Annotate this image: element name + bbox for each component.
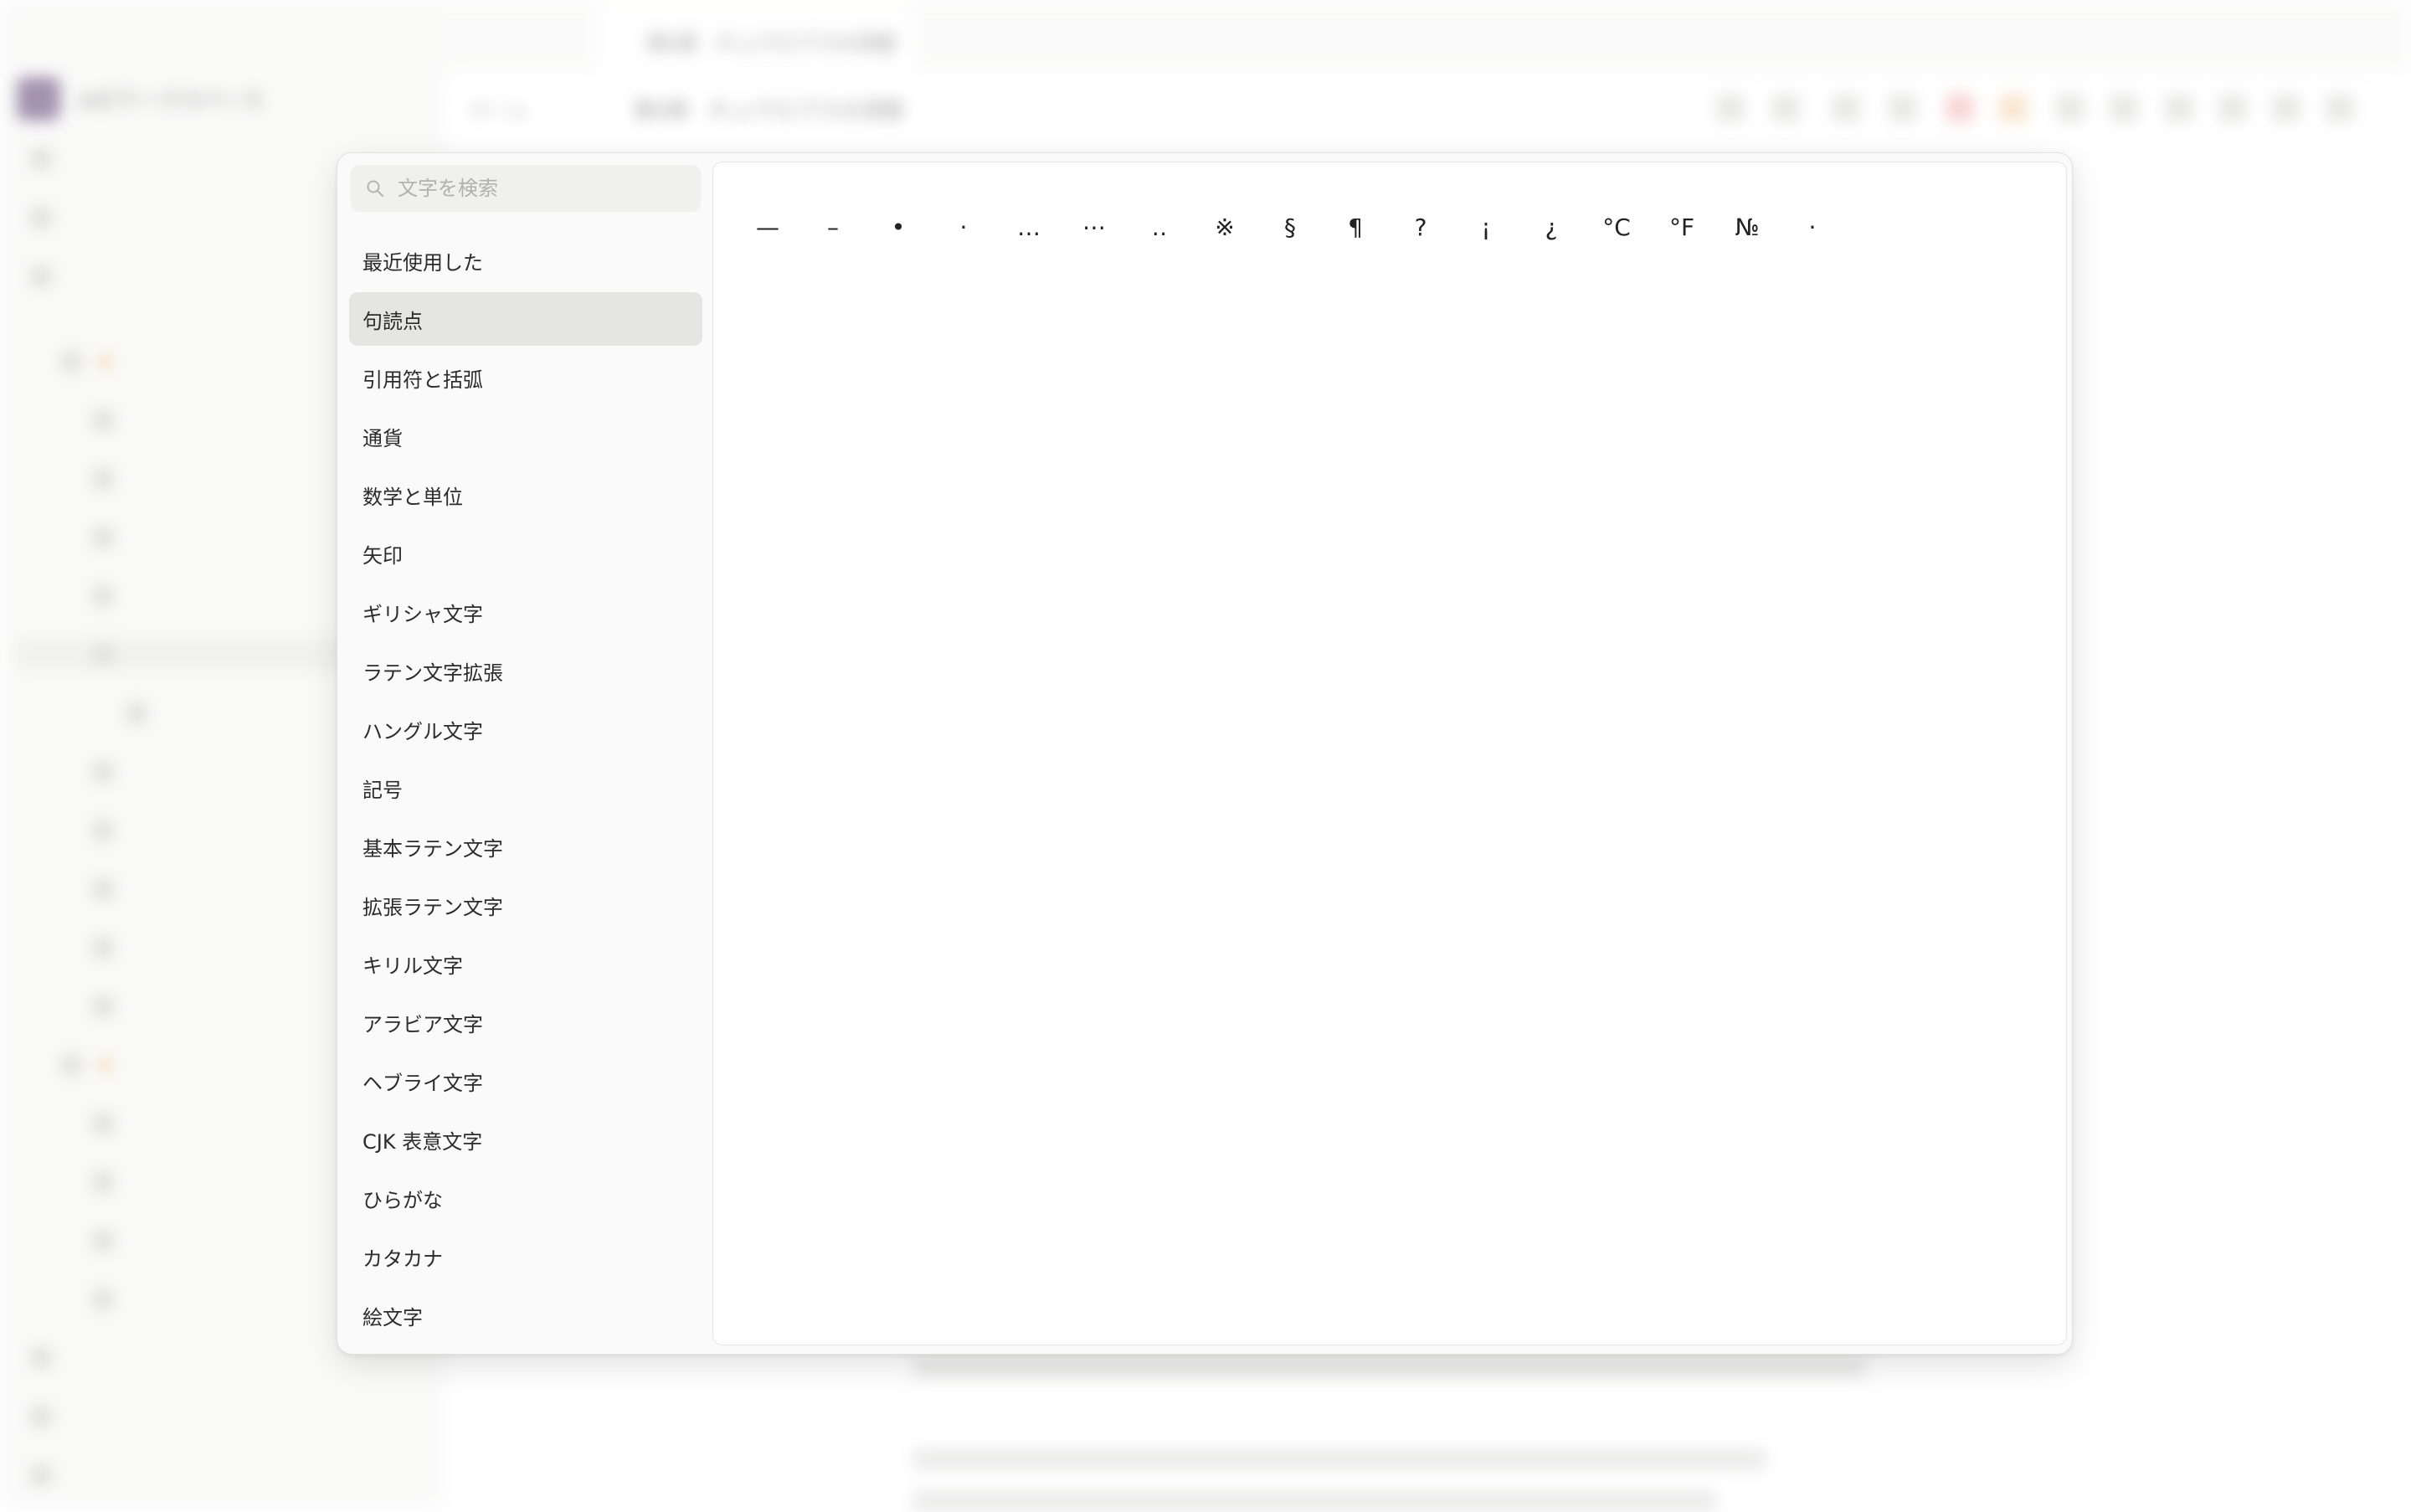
workspace-avatar [17,77,60,121]
document-text-line [912,1356,1867,1378]
background-active-tab: 第6章 · キュクロプスの洞窟 [596,8,914,69]
sidebar-page-row [92,462,114,496]
char-reference-mark[interactable]: ※ [1192,194,1257,260]
sidebar-footer-row [30,1458,52,1492]
sidebar-page-row [92,1283,114,1316]
toolbar-icon [1889,94,1917,122]
category-punctuation[interactable]: 句読点 [349,292,702,346]
toolbar-icon [1946,94,1974,122]
character-picker: 最近使用した 句読点 引用符と括弧 通貨 数学と単位 矢印 ギリシャ文字 ラテン… [337,152,2073,1355]
picker-category-sidebar: 最近使用した 句読点 引用符と括弧 通貨 数学と単位 矢印 ギリシャ文字 ラテン… [337,153,712,1354]
category-arrows[interactable]: 矢印 [349,527,702,580]
search-input[interactable] [396,176,684,201]
char-katakana-middle-dot[interactable]: · [1780,194,1845,260]
category-currency[interactable]: 通貨 [349,409,702,463]
sidebar-page-row [60,1048,112,1082]
sidebar-page-row [92,1107,114,1140]
char-question-mark[interactable]: ? [1388,194,1453,260]
char-numero-sign[interactable]: № [1714,194,1780,260]
char-middle-dot[interactable]: · [931,194,996,260]
toolbar-icon [1999,94,2028,122]
sidebar-page-row [92,404,114,437]
sidebar-page-row [92,931,114,964]
toolbar-icon [2272,94,2300,122]
toolbar-icon [2218,94,2247,122]
char-en-dash[interactable]: – [800,194,866,260]
category-greek[interactable]: ギリシャ文字 [349,585,702,639]
category-cyrillic[interactable]: キリル文字 [349,937,702,990]
category-cjk-ideographs[interactable]: CJK 表意文字 [349,1113,702,1166]
category-latin-extended[interactable]: ラテン文字拡張 [349,644,702,697]
category-symbols[interactable]: 記号 [349,761,702,815]
category-hebrew[interactable]: ヘブライ文字 [349,1054,702,1108]
char-bullet[interactable]: • [866,194,931,260]
toolbar-icon [1832,94,1860,122]
category-math-units[interactable]: 数学と単位 [349,468,702,522]
sidebar-page-row [92,579,114,613]
toolbar-icon [2326,94,2354,122]
char-inverted-question[interactable]: ¿ [1519,194,1584,260]
char-degree-fahrenheit[interactable]: °F [1649,194,1714,260]
category-recent[interactable]: 最近使用した [349,234,702,287]
search-icon [367,180,383,197]
sidebar-page-row [92,872,114,906]
char-section-sign[interactable]: § [1257,194,1323,260]
sidebar-page-row [92,990,114,1023]
category-basic-latin[interactable]: 基本ラテン文字 [349,820,702,873]
background-page-title: 第6章 · キュクロプスの洞窟 [633,98,904,123]
char-degree-celsius[interactable]: °C [1584,194,1649,260]
document-text-line [912,1448,1766,1470]
sidebar-page-row [92,814,114,847]
workspace-name: Aのワークスペース [79,87,265,113]
sidebar-page-row [126,697,147,730]
toolbar-icon [1716,94,1745,122]
sidebar-nav-row [30,260,52,293]
document-text-line [912,1490,1716,1512]
category-katakana[interactable]: カタカナ [349,1230,702,1283]
workspace-switcher: Aのワークスペース [17,77,264,121]
toolbar-icon [2165,94,2193,122]
char-em-dash[interactable]: — [735,194,800,260]
category-quotes-brackets[interactable]: 引用符と括弧 [349,351,702,404]
sidebar-page-row [92,521,114,554]
background-tab-title: 第6章 · キュクロプスの洞窟 [646,33,897,55]
sidebar-nav-row [30,201,52,234]
char-midline-ellipsis[interactable]: ⋯ [1062,194,1127,260]
char-ellipsis[interactable]: … [996,194,1062,260]
category-hiragana[interactable]: ひらがな [349,1171,702,1225]
character-grid-pane: — – • · … ⋯ ‥ ※ § ¶ ? ¡ ¿ °C °F № · [712,162,2067,1345]
search-field[interactable] [351,165,701,212]
toolbar-icon [2110,94,2138,122]
char-pilcrow[interactable]: ¶ [1323,194,1388,260]
category-hangul[interactable]: ハングル文字 [349,702,702,756]
char-inverted-exclamation[interactable]: ¡ [1453,194,1519,260]
sidebar-page-row [92,1224,114,1257]
toolbar-icon [1771,94,1800,122]
sidebar-page-row [60,345,112,378]
char-two-dot-leader[interactable]: ‥ [1127,194,1192,260]
sidebar-footer-row [30,1341,52,1375]
category-emoji[interactable]: 絵文字 [349,1288,702,1342]
category-list: 最近使用した 句読点 引用符と括弧 通貨 数学と単位 矢印 ギリシャ文字 ラテン… [349,234,702,1347]
sidebar-page-row [92,755,114,789]
character-grid: — – • · … ⋯ ‥ ※ § ¶ ? ¡ ¿ °C °F № · [735,194,1845,260]
sidebar-page-row [92,1165,114,1199]
sidebar-nav-row [30,142,52,176]
background-breadcrumb: ホーム [469,100,529,122]
sidebar-footer-row [30,1400,52,1433]
category-extended-latin[interactable]: 拡張ラテン文字 [349,878,702,932]
toolbar-icon [2056,94,2085,122]
category-arabic[interactable]: アラビア文字 [349,995,702,1049]
